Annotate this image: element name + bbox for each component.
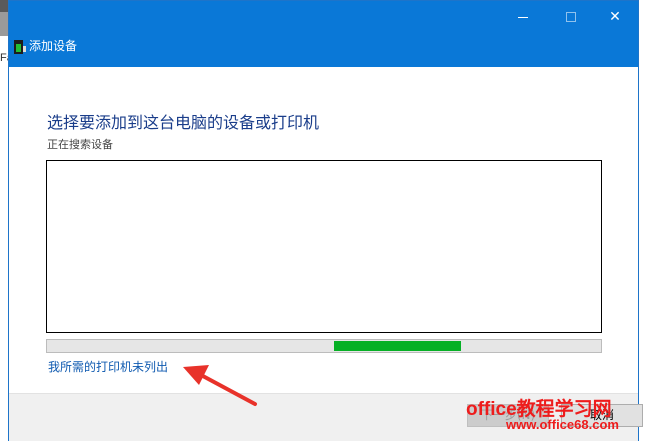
- watermark-url: www.office68.com: [506, 417, 619, 432]
- annotation-arrow: [183, 365, 257, 406]
